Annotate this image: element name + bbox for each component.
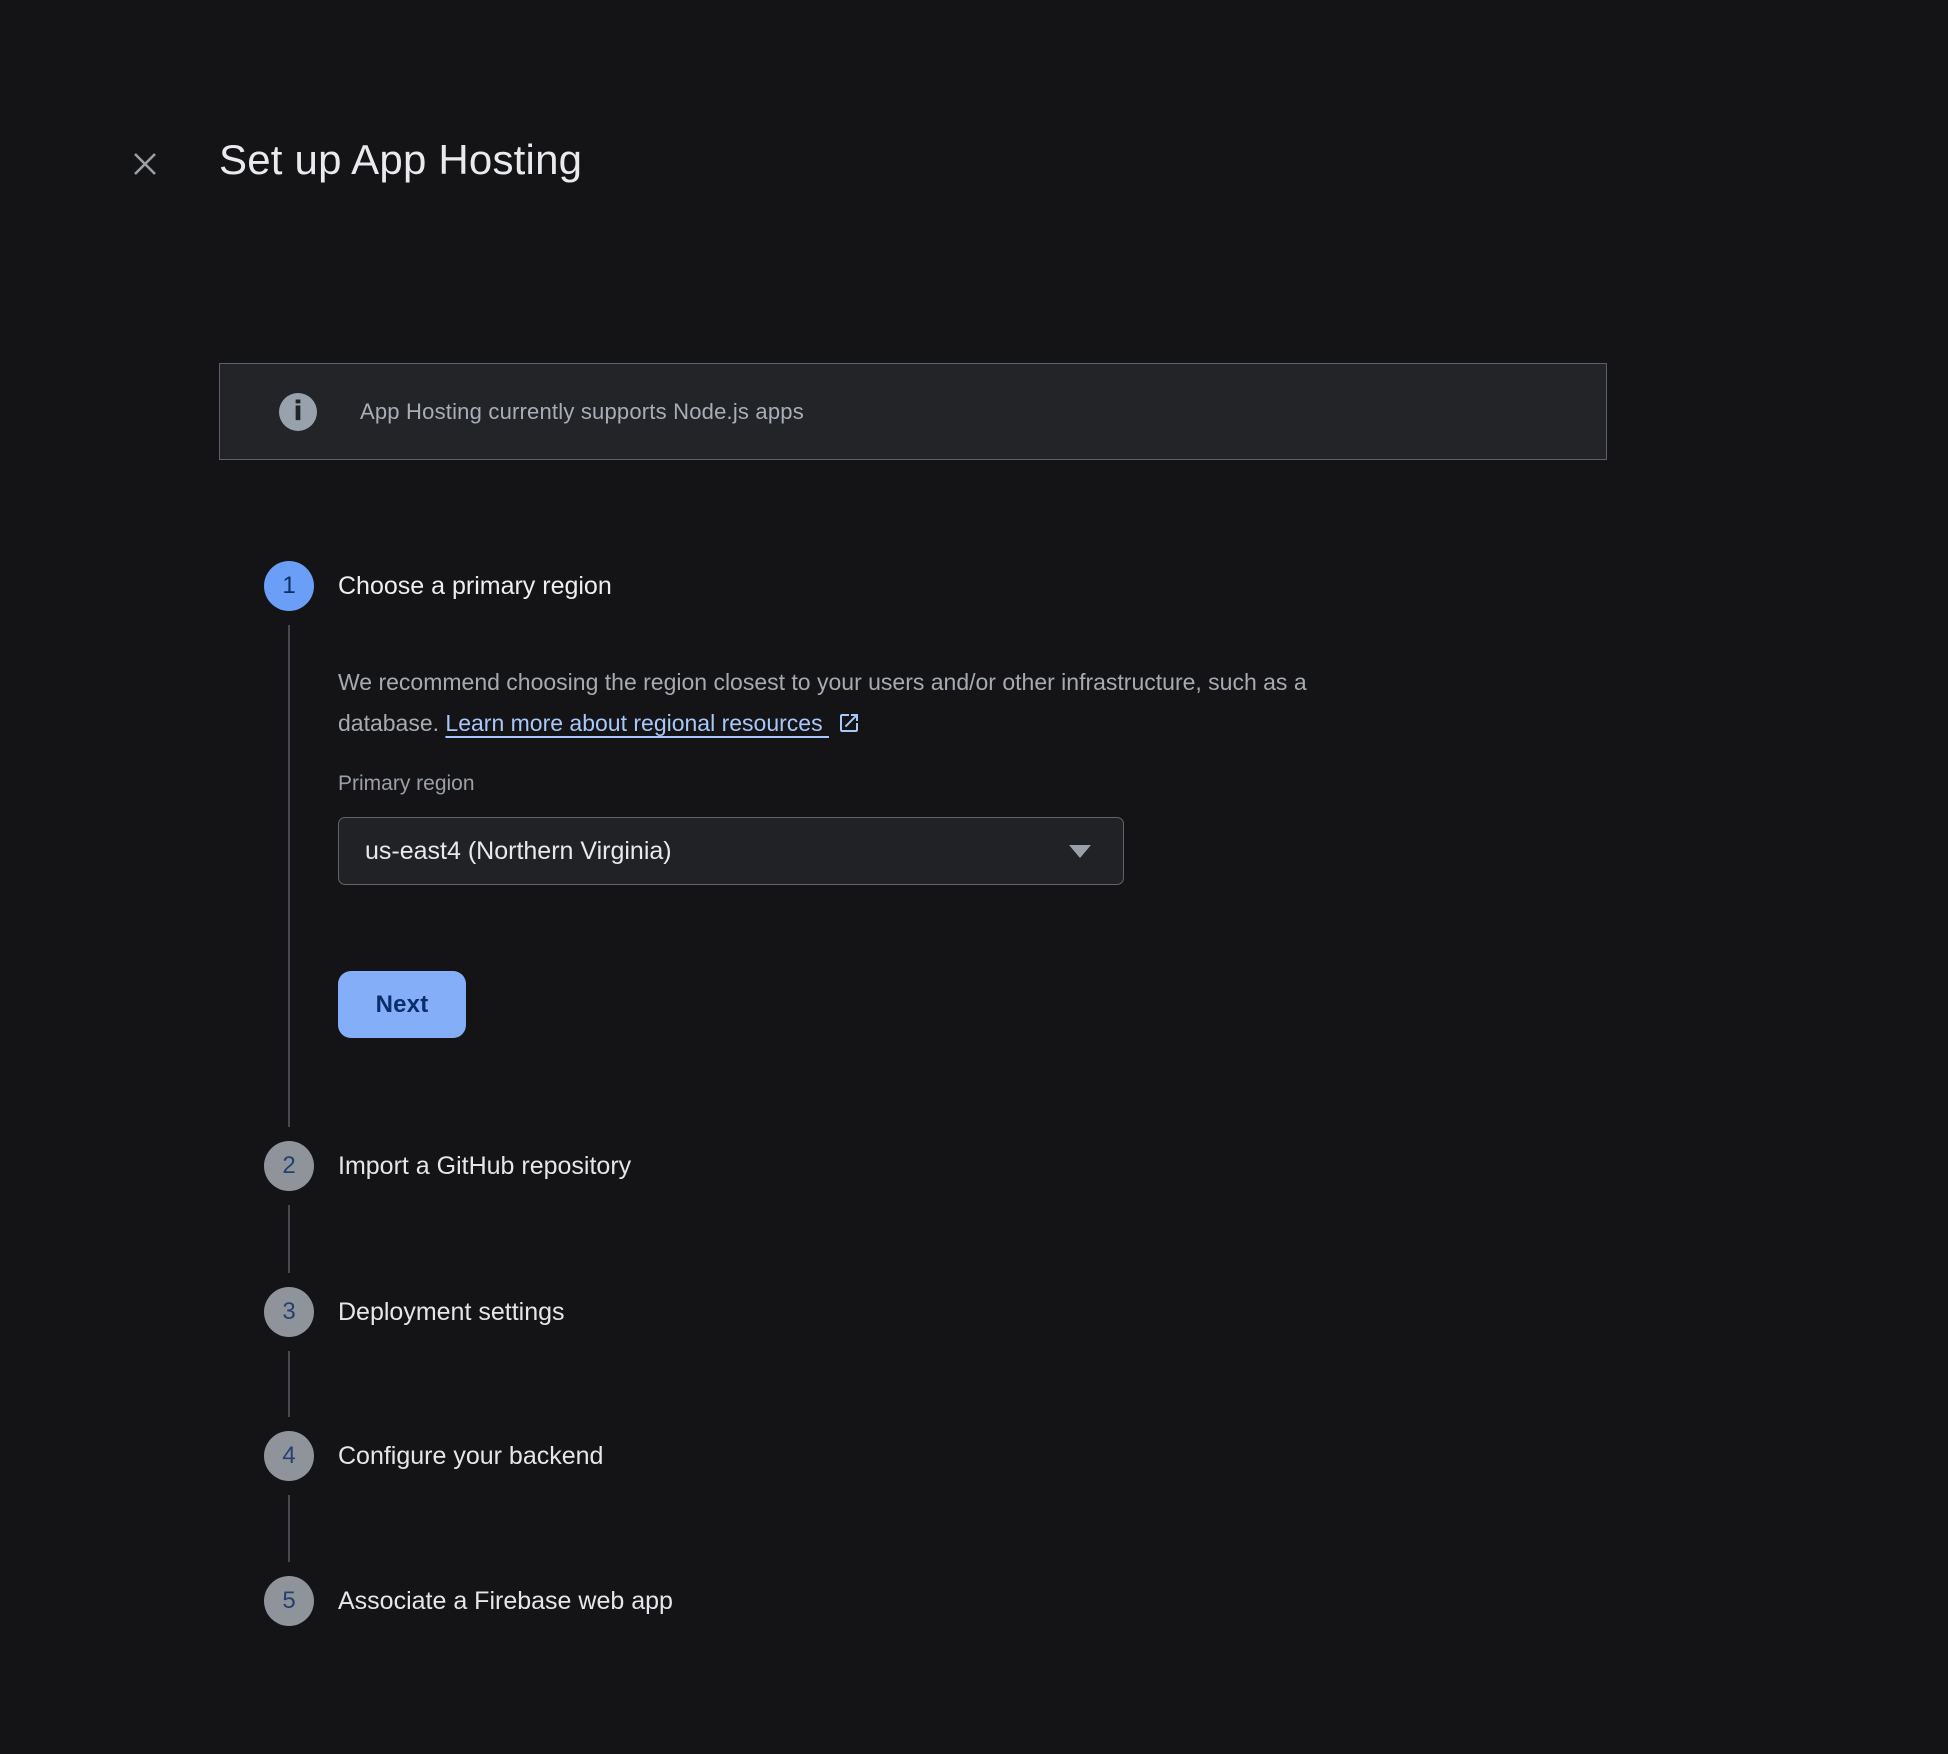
- next-button[interactable]: Next: [338, 971, 466, 1038]
- step-2-number: 2: [282, 1152, 295, 1180]
- step-5-indicator: 5: [264, 1576, 314, 1626]
- stepper-connector: [288, 1495, 290, 1562]
- stepper-connector: [288, 625, 290, 1127]
- step-3-title: Deployment settings: [338, 1298, 565, 1327]
- step-5-title: Associate a Firebase web app: [338, 1587, 673, 1616]
- next-button-label: Next: [376, 991, 429, 1019]
- step-3-indicator: 3: [264, 1287, 314, 1337]
- step-2-indicator: 2: [264, 1141, 314, 1191]
- close-icon: [130, 149, 160, 179]
- chevron-down-icon: [1069, 845, 1091, 858]
- step-2-title: Import a GitHub repository: [338, 1152, 631, 1181]
- close-button[interactable]: [126, 145, 164, 183]
- step-3-number: 3: [282, 1298, 295, 1326]
- primary-region-select[interactable]: us-east4 (Northern Virginia): [338, 817, 1124, 885]
- info-banner-text: App Hosting currently supports Node.js a…: [360, 399, 804, 425]
- description-line-2-prefix: database.: [338, 710, 445, 736]
- step-5-number: 5: [282, 1587, 295, 1615]
- step-1-number: 1: [282, 572, 295, 600]
- info-icon: i: [279, 393, 317, 431]
- primary-region-label: Primary region: [338, 772, 475, 796]
- info-banner: i App Hosting currently supports Node.js…: [219, 363, 1607, 460]
- stepper-connector: [288, 1205, 290, 1273]
- step-4-number: 4: [282, 1442, 295, 1470]
- stepper-connector: [288, 1351, 290, 1417]
- step-4-title: Configure your backend: [338, 1442, 603, 1471]
- region-description: We recommend choosing the region closest…: [338, 662, 1588, 748]
- step-1-title: Choose a primary region: [338, 572, 612, 601]
- page-title: Set up App Hosting: [219, 136, 582, 184]
- step-1-indicator: 1: [264, 561, 314, 611]
- primary-region-value: us-east4 (Northern Virginia): [365, 837, 1069, 866]
- learn-more-link[interactable]: Learn more about regional resources: [445, 710, 829, 736]
- open-in-new-icon[interactable]: [837, 707, 861, 748]
- description-line-1: We recommend choosing the region closest…: [338, 669, 1307, 695]
- step-4-indicator: 4: [264, 1431, 314, 1481]
